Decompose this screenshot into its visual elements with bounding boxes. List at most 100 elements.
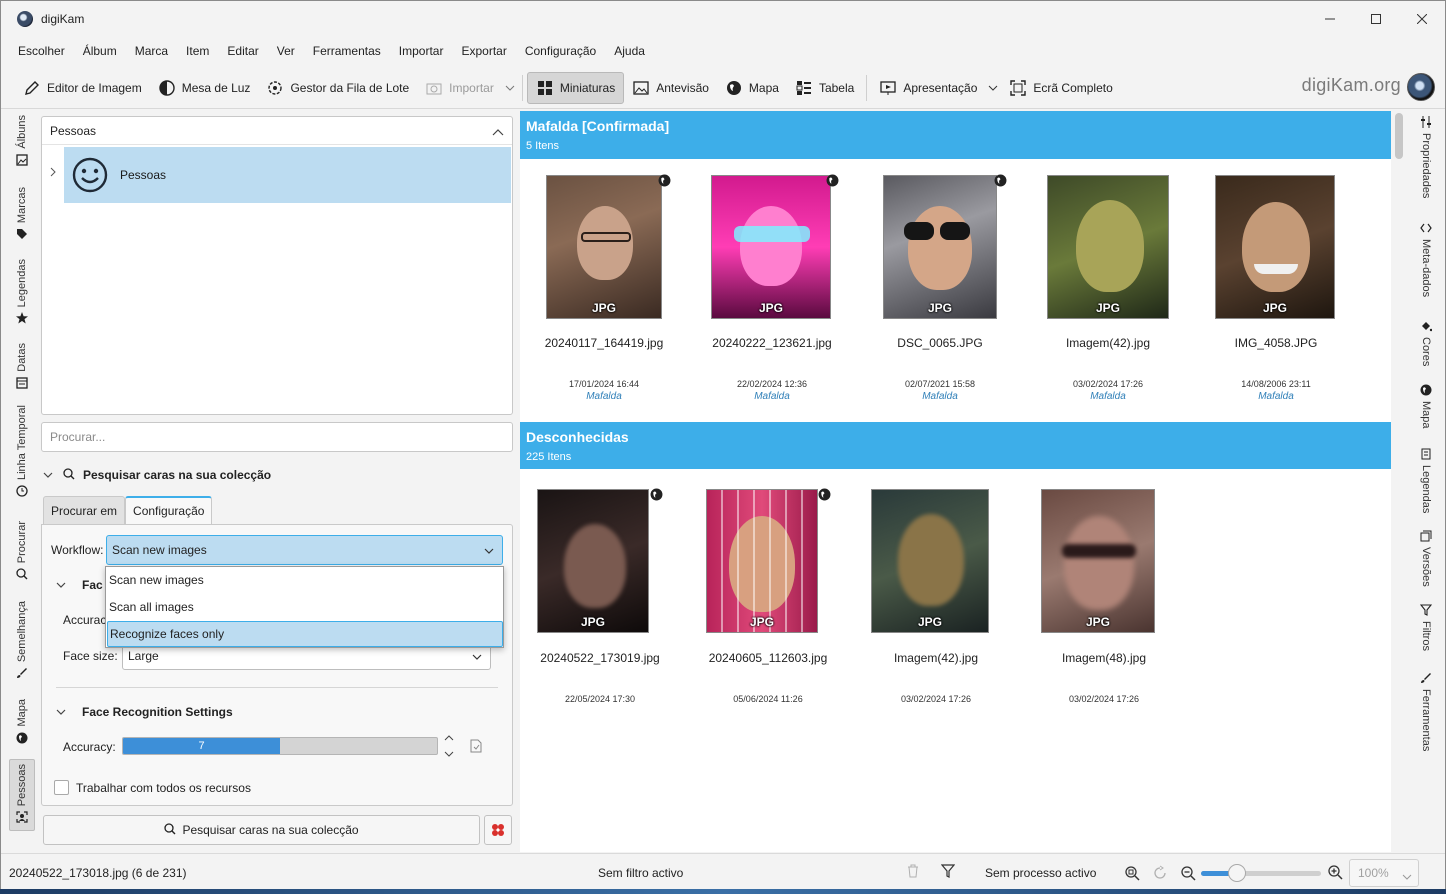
menu-importar[interactable]: Importar [390, 44, 453, 58]
scan-section-header[interactable]: Pesquisar caras na sua colecção [41, 465, 513, 485]
slideshow-button[interactable]: Apresentação [871, 72, 985, 104]
workflow-option-scan-all[interactable]: Scan all images [107, 594, 503, 620]
thumbnail-scrollbar[interactable] [1391, 111, 1407, 852]
reset-icon[interactable] [470, 739, 482, 756]
tab-search-in[interactable]: Procurar em [43, 496, 126, 524]
chevron-right-icon[interactable] [50, 167, 56, 180]
menu-exportar[interactable]: Exportar [452, 44, 515, 58]
group-header-unknown[interactable]: Desconhecidas 225 Itens [520, 422, 1391, 469]
menu-configuracao[interactable]: Configuração [516, 44, 605, 58]
zoom-slider[interactable] [1201, 864, 1321, 882]
menu-ver[interactable]: Ver [268, 44, 304, 58]
people-search-input[interactable]: Procurar... [41, 422, 513, 452]
scan-faces-button[interactable]: Pesquisar caras na sua colecção [43, 815, 480, 845]
sidebar-tab-tools[interactable]: Ferramentas [1413, 671, 1439, 751]
menu-ajuda[interactable]: Ajuda [605, 44, 654, 58]
file-name: 20240522_173019.jpg [540, 651, 660, 665]
batch-queue-label: Gestor da Fila de Lote [290, 80, 410, 95]
scan-faces-button-label: Pesquisar caras na sua colecção [182, 823, 359, 837]
sidebar-tab-captions[interactable]: Legendas [1413, 447, 1439, 513]
import-button[interactable]: Importar [417, 72, 502, 104]
file-date: 03/02/2024 17:26 [1072, 379, 1144, 389]
tab-configuration[interactable]: Configuração [125, 496, 213, 524]
thumbnail-item[interactable]: JPG Imagem(42).jpg 03/02/2024 17:26 Mafa… [1024, 171, 1192, 421]
chevron-down-icon[interactable] [444, 751, 454, 757]
search-placeholder: Procurar... [50, 430, 106, 444]
digikam-lens-icon[interactable] [1407, 73, 1435, 101]
brand-text[interactable]: digiKam.org [1302, 75, 1401, 96]
fullscreen-button[interactable]: Ecrã Completo [1001, 72, 1120, 104]
batch-queue-button[interactable]: Gestor da Fila de Lote [258, 72, 417, 104]
image-editor-button[interactable]: Editor de Imagem [15, 72, 150, 104]
sidebar-tab-properties[interactable]: Propriedades [1413, 115, 1439, 198]
gear-icon [266, 79, 284, 97]
maximize-button[interactable] [1353, 1, 1399, 37]
chevron-down-icon [472, 649, 482, 663]
sidebar-tab-filters[interactable]: Filtros [1413, 603, 1439, 651]
use-all-resources-checkbox[interactable]: Trabalhar com todos os recursos [54, 780, 251, 795]
chevron-up-icon[interactable] [444, 735, 454, 741]
thumbnail-item[interactable]: JPG 20240222_123621.jpg 22/02/2024 12:36… [688, 171, 856, 421]
title-bar: digiKam [1, 1, 1445, 37]
sidebar-tab-metadata[interactable]: Meta-dados [1413, 221, 1439, 297]
sidebar-tab-map[interactable]: Mapa [9, 699, 35, 745]
refresh-icon[interactable] [1151, 864, 1169, 882]
sidebar-tab-people[interactable]: Pessoas [9, 759, 35, 831]
slideshow-dropdown-arrow[interactable] [985, 72, 1001, 104]
menu-ferramentas[interactable]: Ferramentas [304, 44, 390, 58]
sidebar-tab-dates[interactable]: Datas [9, 343, 35, 390]
scrollbar-handle[interactable] [1395, 113, 1403, 159]
map-button[interactable]: Mapa [717, 72, 787, 104]
trash-icon[interactable] [907, 864, 919, 881]
sidebar-tab-colors[interactable]: Cores [1413, 319, 1439, 366]
people-tree-header[interactable]: Pessoas [42, 117, 512, 145]
menu-album[interactable]: Álbum [74, 44, 126, 58]
zoom-fit-icon[interactable] [1123, 864, 1141, 882]
sidebar-tab-albums[interactable]: Álbuns [9, 115, 35, 167]
thumbnail-item[interactable]: JPG 20240605_112603.jpg 05/06/2024 11:26 [688, 485, 856, 735]
recognition-accuracy-slider[interactable]: 7 [122, 737, 438, 755]
sidebar-tab-search[interactable]: Procurar [9, 521, 35, 581]
minimize-button[interactable] [1307, 1, 1353, 37]
sidebar-tab-versions[interactable]: Versões [1413, 529, 1439, 587]
workflow-option-recognize-only[interactable]: Recognize faces only [107, 621, 503, 647]
zoom-out-icon[interactable] [1179, 864, 1197, 882]
sidebar-tab-timeline[interactable]: Linha Temporal [9, 405, 35, 498]
sidebar-tab-similarity[interactable]: Semelhança [9, 601, 35, 680]
thumbnail-item[interactable]: JPG 20240117_164419.jpg 17/01/2024 16:44… [520, 171, 688, 421]
light-table-button[interactable]: Mesa de Luz [150, 72, 259, 104]
menu-escolher[interactable]: Escolher [9, 44, 74, 58]
zoom-level-select[interactable]: 100% [1349, 859, 1419, 887]
thumbnail-item[interactable]: JPG 20240522_173019.jpg 22/05/2024 17:30 [520, 485, 688, 735]
menu-item[interactable]: Item [177, 44, 218, 58]
table-button[interactable]: Tabela [787, 72, 862, 104]
tree-item-people[interactable]: Pessoas [64, 147, 511, 203]
workflow-select[interactable]: Scan new images [106, 535, 503, 565]
clear-faces-button[interactable] [484, 815, 512, 845]
menu-marca[interactable]: Marca [126, 44, 177, 58]
menu-editar[interactable]: Editar [218, 44, 267, 58]
close-button[interactable] [1399, 1, 1445, 37]
zoom-slider-handle[interactable] [1228, 864, 1246, 882]
table-icon [795, 79, 813, 97]
sidebar-tab-tags[interactable]: Marcas [9, 187, 35, 241]
workflow-option-scan-new[interactable]: Scan new images [107, 567, 503, 593]
thumbnail-item[interactable]: JPG Imagem(42).jpg 03/02/2024 17:26 [856, 485, 1024, 735]
import-dropdown-arrow[interactable] [502, 72, 518, 104]
chevron-up-icon[interactable] [492, 125, 504, 139]
sidebar-tab-labels[interactable]: Legendas [9, 259, 35, 325]
thumbnails-button[interactable]: Miniaturas [526, 71, 625, 104]
preview-button[interactable]: Antevisão [624, 72, 717, 104]
thumbnail-item[interactable]: JPG IMG_4058.JPG 14/08/2006 23:11 Mafald… [1192, 171, 1360, 421]
sidebar-tab-map-right[interactable]: Mapa [1413, 383, 1439, 429]
accuracy-spinner[interactable] [442, 735, 456, 757]
face-recognition-section-header[interactable]: Face Recognition Settings [56, 705, 233, 719]
thumbnail-item[interactable]: JPG DSC_0065.JPG 02/07/2021 15:58 Mafald… [856, 171, 1024, 421]
filter-icon[interactable] [940, 864, 956, 881]
face-detection-section-header[interactable]: Fac [56, 578, 103, 592]
checkbox[interactable] [54, 780, 69, 795]
sidebar-tab-label: Álbuns [16, 115, 28, 149]
zoom-in-icon[interactable] [1327, 864, 1343, 883]
thumbnail-item[interactable]: JPG Imagem(48).jpg 03/02/2024 17:26 [1024, 485, 1192, 735]
group-header-mafalda[interactable]: Mafalda [Confirmada] 5 Itens [520, 111, 1391, 159]
